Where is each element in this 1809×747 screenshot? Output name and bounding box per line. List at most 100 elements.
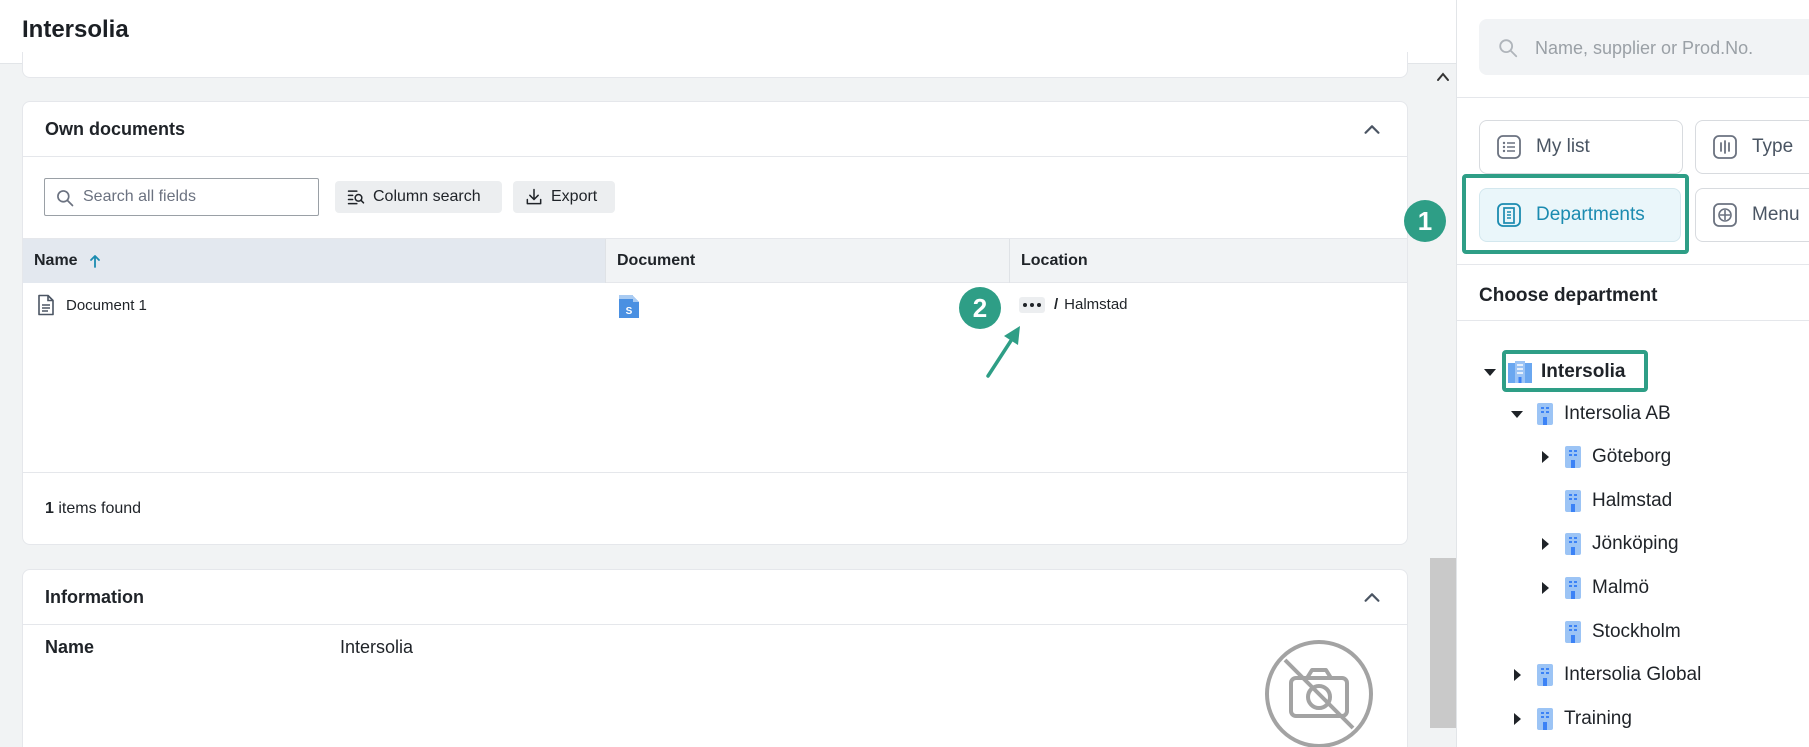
information-title: Information: [45, 587, 144, 607]
building-icon: [1565, 577, 1581, 599]
column-search-icon: [347, 190, 365, 205]
tree-item-label: Göteborg: [1592, 446, 1672, 467]
location-value: Halmstad: [1064, 296, 1128, 313]
product-search-input[interactable]: [1535, 36, 1809, 60]
highlight-box: [1462, 174, 1689, 254]
items-found-suffix: items found: [53, 500, 142, 517]
export-button[interactable]: Export: [513, 181, 615, 213]
information-card: Information Name Intersolia: [22, 569, 1408, 747]
info-name-value: Intersolia: [340, 637, 414, 657]
table-body: Document 1 S / Halmstad: [23, 283, 1407, 473]
divider: [1457, 320, 1809, 321]
building-icon: [1537, 403, 1553, 425]
tree-item-training[interactable]: Training: [1510, 706, 1632, 732]
building-icon: [1565, 533, 1581, 555]
caret-right-icon[interactable]: [1510, 712, 1524, 726]
info-name-label: Name: [45, 637, 95, 657]
search-all-fields[interactable]: [44, 178, 319, 216]
chevron-up-icon[interactable]: [1361, 119, 1383, 141]
tab-type[interactable]: Type: [1695, 120, 1809, 174]
column-search-button[interactable]: Column search: [335, 181, 502, 213]
tree-item-jonkoping[interactable]: Jönköping: [1538, 531, 1679, 557]
chevron-up-icon[interactable]: [1436, 70, 1450, 84]
column-header-location[interactable]: Location: [1009, 239, 1409, 283]
tree-item-halmstad[interactable]: Halmstad: [1562, 488, 1672, 514]
tree-item-label: Intersolia Global: [1564, 664, 1702, 685]
svg-text:S: S: [626, 306, 633, 317]
tree-item-label: Stockholm: [1592, 621, 1681, 642]
tab-menu-label: Menu: [1752, 204, 1800, 225]
export-label: Export: [551, 188, 598, 205]
step-badge-1: 1: [1404, 200, 1446, 242]
menu-icon: [1713, 203, 1737, 227]
tree-item-intersolia-ab[interactable]: Intersolia AB: [1510, 401, 1671, 427]
tab-menu[interactable]: Menu: [1695, 188, 1809, 242]
own-documents-card: Own documents Column search Export Name: [22, 101, 1408, 545]
tab-my-list-label: My list: [1536, 136, 1590, 157]
caret-right-icon[interactable]: [1538, 581, 1552, 595]
page-title: Intersolia: [22, 16, 129, 43]
search-all-fields-input[interactable]: [83, 187, 308, 207]
chevron-up-icon[interactable]: [1361, 587, 1383, 609]
column-search-label: Column search: [373, 188, 481, 205]
items-count: 1: [45, 500, 54, 517]
tree-item-label: Jönköping: [1592, 533, 1679, 554]
tree-item-label: Training: [1564, 708, 1632, 729]
search-icon: [1499, 39, 1518, 58]
tree-item-label: Halmstad: [1592, 490, 1673, 511]
highlight-box: [1502, 350, 1648, 392]
column-header-location-label: Location: [1021, 252, 1088, 269]
building-icon: [1537, 708, 1553, 730]
table-header: Name Document Location: [23, 238, 1407, 283]
document-name-cell[interactable]: Document 1: [36, 294, 147, 316]
own-documents-header[interactable]: Own documents: [23, 102, 1407, 157]
building-icon: [1565, 490, 1581, 512]
tree-item-intersolia-global[interactable]: Intersolia Global: [1510, 662, 1701, 688]
caret-right-icon[interactable]: [1510, 668, 1524, 682]
sds-file-icon[interactable]: S: [617, 293, 641, 319]
column-header-document[interactable]: Document: [605, 239, 1009, 283]
divider: [1457, 264, 1809, 265]
tab-type-label: Type: [1752, 136, 1794, 157]
caret-right-icon[interactable]: [1538, 450, 1552, 464]
items-found-text: 1 items found: [45, 500, 141, 518]
tab-my-list[interactable]: My list: [1479, 120, 1683, 174]
sort-ascending-icon[interactable]: [88, 253, 102, 269]
table-row[interactable]: Document 1 S / Halmstad: [23, 283, 1409, 331]
info-name-row: Name Intersolia: [23, 625, 1407, 670]
path-separator: /: [1054, 296, 1059, 313]
choose-department-title: Choose department: [1479, 285, 1658, 306]
search-icon: [57, 190, 74, 207]
building-icon: [1537, 664, 1553, 686]
download-icon: [526, 188, 542, 205]
own-documents-title: Own documents: [45, 119, 186, 139]
main-content: Intersolia Own documents Column search E…: [0, 0, 1456, 747]
scrollbar[interactable]: [1430, 64, 1456, 747]
arrow-icon: [986, 326, 1020, 378]
information-header[interactable]: Information: [23, 570, 1407, 625]
column-header-name[interactable]: Name: [23, 239, 605, 283]
column-header-name-label: Name: [34, 252, 78, 269]
type-icon: [1713, 135, 1737, 159]
product-search[interactable]: [1479, 19, 1809, 75]
tree-item-malmo[interactable]: Malmö: [1538, 575, 1649, 601]
scrollbar-thumb[interactable]: [1430, 558, 1456, 728]
tree-item-label: Malmö: [1592, 577, 1650, 598]
tree-item-stockholm[interactable]: Stockholm: [1562, 619, 1681, 645]
caret-down-icon[interactable]: [1510, 407, 1524, 421]
caret-right-icon[interactable]: [1538, 537, 1552, 551]
collapsed-card: [22, 52, 1408, 78]
more-path-button[interactable]: [1019, 296, 1045, 313]
list-icon: [1497, 135, 1521, 159]
divider: [1457, 97, 1809, 98]
document-name: Document 1: [66, 296, 147, 314]
no-photo-icon: [1265, 640, 1373, 747]
documents-toolbar: Column search Export: [23, 157, 1407, 238]
tree-item-label: Intersolia AB: [1564, 403, 1671, 424]
tree-item-goteborg[interactable]: Göteborg: [1538, 444, 1671, 470]
document-icon: [38, 294, 54, 316]
location-path: / Halmstad: [1019, 296, 1128, 313]
caret-down-icon[interactable]: [1483, 365, 1497, 379]
right-sidebar: My list Type Departments Menu Choose dep…: [1456, 0, 1809, 747]
building-icon: [1565, 446, 1581, 468]
